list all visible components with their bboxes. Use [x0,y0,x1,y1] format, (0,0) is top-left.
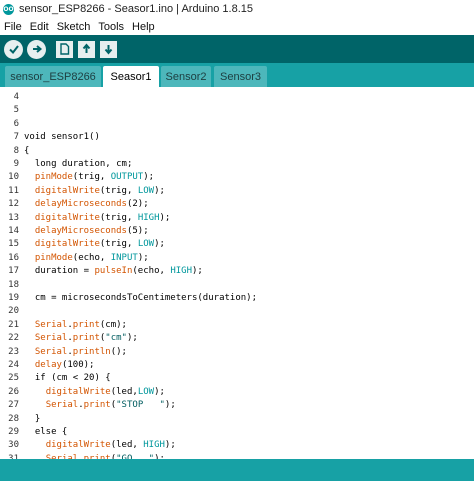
line-number: 23 [8,346,19,357]
code-line: if (cm < 20) { [24,373,111,384]
menu-sketch[interactable]: Sketch [57,21,91,33]
code-line: delayMicroseconds(5); [34,226,149,236]
line-number: 22 [8,333,19,344]
line-number: 10 [8,172,19,183]
line-number: 14 [8,226,19,236]
code-line: Serial.print(cm); [34,319,127,330]
code-line: delay(100); [34,360,95,370]
tab-bar: sensor_ESP8266 Seasor1 Sensor2 Sensor3 [0,63,474,87]
new-file-icon [60,43,70,55]
line-number: 4 [13,92,19,102]
code-line: pinMode(echo, INPUT); [34,252,149,263]
arrow-right-icon [32,45,42,53]
line-number: 27 [8,400,19,411]
upload-button[interactable] [27,39,46,59]
line-number: 25 [8,373,19,384]
line-number: 12 [8,199,19,210]
arrow-up-icon [82,43,91,53]
code-line: digitalWrite(led, HIGH); [45,440,176,451]
tab-sensor2[interactable]: Sensor2 [161,66,211,87]
code-line: digitalWrite(led,LOW); [45,386,165,397]
menu-bar: File Edit Sketch Tools Help [0,18,474,35]
code-line: Serial.print("cm"); [34,333,138,344]
menu-tools[interactable]: Tools [98,21,124,33]
tab-seasor1[interactable]: Seasor1 [103,66,159,87]
arduino-logo-icon: OO [3,3,14,15]
line-number: 17 [8,266,19,277]
open-button[interactable] [78,40,95,58]
code-line: else { [24,427,68,437]
code-line: Serial.print("STOP "); [45,400,176,411]
code-line: digitalWrite(trig, LOW); [34,239,165,250]
line-number: 18 [8,279,19,290]
code-line: pinMode(trig, OUTPUT); [34,172,155,183]
code-line: long duration, cm; [24,159,133,169]
line-number: 6 [13,118,19,129]
toolbar [0,35,474,63]
code-line: delayMicroseconds(2); [34,199,149,210]
code-line: cm = microsecondsToCentimeters(duration)… [24,293,257,303]
line-number: 20 [8,306,19,317]
line-number: 29 [8,427,19,437]
line-number-gutter: 4 5 6 7 8 9 10 11 12 13 14 15 16 17 18 19 20 21 22 23 24 25 26… [0,87,21,459]
code-line: digitalWrite(trig, HIGH); [34,212,171,223]
line-number: 13 [8,212,19,223]
code-line: { [24,145,30,156]
line-number: 5 [13,105,19,116]
window-title: sensor_ESP8266 - Seasor1.ino | Arduino 1… [19,3,254,15]
checkmark-icon [8,45,19,55]
line-number: 26 [8,386,19,397]
title-bar: OO sensor_ESP8266 - Seasor1.ino | Arduin… [0,0,474,18]
save-button[interactable] [100,40,117,58]
line-number: 16 [8,252,19,263]
line-number: 7 [13,132,19,143]
menu-file[interactable]: File [4,21,22,33]
line-number: 24 [8,360,19,370]
code-editor[interactable]: 4 5 6 7 8 9 10 11 12 13 14 15 16 17 18 19 20 21 22 23 24 25 26… [0,87,474,459]
line-number: 28 [8,413,19,424]
status-bar [0,463,474,481]
verify-button[interactable] [4,39,23,59]
line-number: 15 [8,239,19,250]
line-number: 19 [8,293,19,303]
code-line: Serial.println(); [34,346,127,357]
menu-help[interactable]: Help [132,21,155,33]
code-line: void sensor1() [24,132,100,143]
line-number: 30 [8,440,19,451]
code-line: } [24,413,41,424]
menu-edit[interactable]: Edit [30,21,49,33]
line-number: 21 [8,319,19,330]
line-number: 9 [13,159,19,169]
new-button[interactable] [56,40,73,58]
code-line: digitalWrite(trig, LOW); [34,185,165,196]
tab-sensor3[interactable]: Sensor3 [214,66,267,87]
line-number: 11 [8,185,19,196]
tab-sensor-esp8266[interactable]: sensor_ESP8266 [5,66,101,87]
arrow-down-icon [104,45,113,55]
line-number: 8 [13,145,19,156]
code-line: duration = pulseIn(echo, HIGH); [24,266,203,277]
